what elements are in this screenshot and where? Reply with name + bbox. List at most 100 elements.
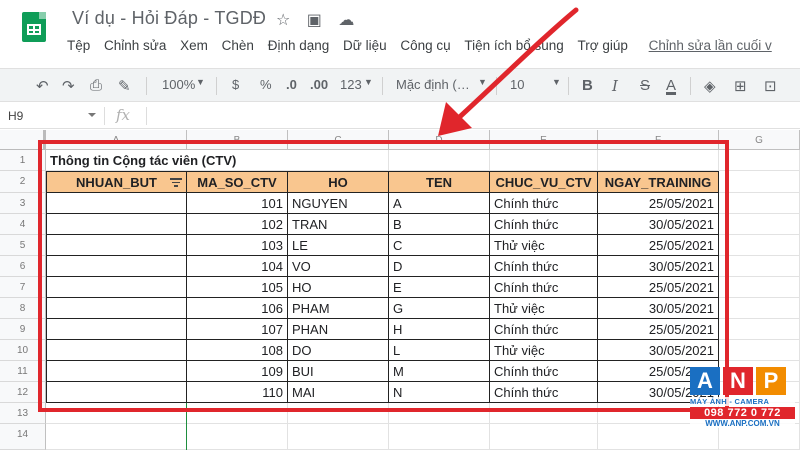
cell-ma-so-ctv[interactable]: 101 — [187, 193, 288, 214]
borders-icon[interactable]: ⊞ — [734, 77, 747, 95]
empty-cell[interactable] — [598, 150, 719, 171]
empty-cell[interactable] — [389, 424, 490, 450]
text-color-button[interactable]: A — [666, 77, 676, 94]
font-select[interactable]: Mặc định (… — [396, 77, 470, 92]
menu-data[interactable]: Dữ liệu — [343, 38, 387, 53]
cell-ten[interactable]: A — [389, 193, 490, 214]
cell-ma-so-ctv[interactable]: 107 — [187, 319, 288, 340]
undo-icon[interactable]: ↶ — [36, 77, 49, 95]
header-nhuan-but[interactable]: NHUAN_BUT — [46, 171, 187, 193]
more-formats-caret-icon[interactable]: ▼ — [364, 77, 373, 87]
print-icon[interactable]: ⎙ — [90, 77, 102, 94]
row-header-3[interactable]: 3 — [0, 193, 46, 214]
cell-ngay-training[interactable]: 30/05/2021 — [598, 298, 719, 319]
cell-ho[interactable]: PHAM — [288, 298, 389, 319]
empty-cell[interactable] — [719, 214, 800, 235]
cell-nhuan-but[interactable] — [46, 298, 187, 319]
cell-ho[interactable]: VO — [288, 256, 389, 277]
cell-chuc-vu-ctv[interactable]: Chính thức — [490, 193, 598, 214]
menu-file[interactable]: Tệp — [67, 38, 90, 53]
column-header-c[interactable]: C — [288, 130, 389, 150]
column-header-a[interactable]: A — [46, 130, 187, 150]
menu-insert[interactable]: Chèn — [222, 38, 254, 53]
cell-ten[interactable]: G — [389, 298, 490, 319]
menu-tools[interactable]: Công cụ — [400, 38, 450, 53]
cloud-status-icon[interactable]: ☁ — [338, 10, 354, 30]
table-title-cell[interactable]: Thông tin Cộng tác viên (CTV) — [46, 150, 288, 171]
row-header-6[interactable]: 6 — [0, 256, 46, 277]
empty-cell[interactable] — [719, 235, 800, 256]
menu-help[interactable]: Trợ giúp — [578, 38, 628, 53]
cell-nhuan-but[interactable] — [46, 361, 187, 382]
last-edit-link[interactable]: Chỉnh sửa lần cuối v — [649, 38, 772, 53]
empty-cell[interactable] — [288, 150, 389, 171]
cell-ma-so-ctv[interactable]: 103 — [187, 235, 288, 256]
empty-cell[interactable] — [490, 150, 598, 171]
row-header-7[interactable]: 7 — [0, 277, 46, 298]
cell-ngay-training[interactable]: 25/05/2021 — [598, 235, 719, 256]
cell-ngay-training[interactable]: 25/05/2021 — [598, 319, 719, 340]
cell-ma-so-ctv[interactable]: 109 — [187, 361, 288, 382]
cell-nhuan-but[interactable] — [46, 277, 187, 298]
cell-ho[interactable]: DO — [288, 340, 389, 361]
cell-nhuan-but[interactable] — [46, 319, 187, 340]
cell-chuc-vu-ctv[interactable]: Chính thức — [490, 382, 598, 403]
merge-cells-icon[interactable]: ⊡ — [764, 77, 777, 95]
cell-ma-so-ctv[interactable]: 105 — [187, 277, 288, 298]
menu-addons[interactable]: Tiện ích bổ sung — [464, 38, 563, 53]
cell-ten[interactable]: M — [389, 361, 490, 382]
cell-ten[interactable]: N — [389, 382, 490, 403]
cell-ten[interactable]: B — [389, 214, 490, 235]
cell-chuc-vu-ctv[interactable]: Chính thức — [490, 277, 598, 298]
cell-nhuan-but[interactable] — [46, 382, 187, 403]
row-header-11[interactable]: 11 — [0, 361, 46, 382]
menu-format[interactable]: Định dạng — [268, 38, 330, 53]
decrease-decimal-button[interactable]: .0 — [286, 77, 297, 92]
row-header-13[interactable]: 13 — [0, 403, 46, 424]
row-header-10[interactable]: 10 — [0, 340, 46, 361]
zoom-caret-icon[interactable]: ▼ — [196, 77, 205, 87]
empty-cell[interactable] — [288, 403, 389, 424]
column-header-g[interactable]: G — [719, 130, 800, 150]
empty-cell[interactable] — [490, 424, 598, 450]
empty-cell[interactable] — [46, 403, 187, 424]
row-header-14[interactable]: 14 — [0, 424, 46, 450]
font-size-select[interactable]: 10 — [510, 77, 524, 92]
column-header-d[interactable]: D — [389, 130, 490, 150]
currency-button[interactable]: $ — [232, 77, 239, 92]
cell-ten[interactable]: D — [389, 256, 490, 277]
cell-ho[interactable]: LE — [288, 235, 389, 256]
menu-view[interactable]: Xem — [180, 38, 208, 53]
cell-ho[interactable]: MAI — [288, 382, 389, 403]
empty-cell[interactable] — [490, 403, 598, 424]
cell-ma-so-ctv[interactable]: 106 — [187, 298, 288, 319]
cell-ngay-training[interactable]: 30/05/2021 — [598, 256, 719, 277]
empty-cell[interactable] — [719, 150, 800, 171]
row-header-5[interactable]: 5 — [0, 235, 46, 256]
empty-cell[interactable] — [719, 298, 800, 319]
cell-ho[interactable]: NGUYEN — [288, 193, 389, 214]
header-ten[interactable]: TEN — [389, 171, 490, 193]
cell-ma-so-ctv[interactable]: 110 — [187, 382, 288, 403]
empty-cell[interactable] — [187, 424, 288, 450]
empty-cell[interactable] — [719, 193, 800, 214]
font-size-caret-icon[interactable]: ▼ — [552, 77, 561, 87]
column-header-e[interactable]: E — [490, 130, 598, 150]
empty-cell[interactable] — [288, 424, 389, 450]
cell-chuc-vu-ctv[interactable]: Thử việc — [490, 235, 598, 256]
cell-ho[interactable]: HO — [288, 277, 389, 298]
zoom-select[interactable]: 100% — [162, 77, 195, 92]
cell-chuc-vu-ctv[interactable]: Chính thức — [490, 256, 598, 277]
empty-cell[interactable] — [389, 403, 490, 424]
cell-ngay-training[interactable]: 25/05/2021 — [598, 277, 719, 298]
name-box[interactable]: H9 — [8, 109, 100, 123]
bold-button[interactable]: B — [582, 77, 593, 94]
row-header-2[interactable]: 2 — [0, 171, 46, 193]
cell-ma-so-ctv[interactable]: 102 — [187, 214, 288, 235]
cell-ma-so-ctv[interactable]: 104 — [187, 256, 288, 277]
cell-nhuan-but[interactable] — [46, 256, 187, 277]
row-header-12[interactable]: 12 — [0, 382, 46, 403]
menu-edit[interactable]: Chỉnh sửa — [104, 38, 166, 53]
cell-nhuan-but[interactable] — [46, 214, 187, 235]
name-box-caret-icon[interactable] — [88, 113, 96, 117]
